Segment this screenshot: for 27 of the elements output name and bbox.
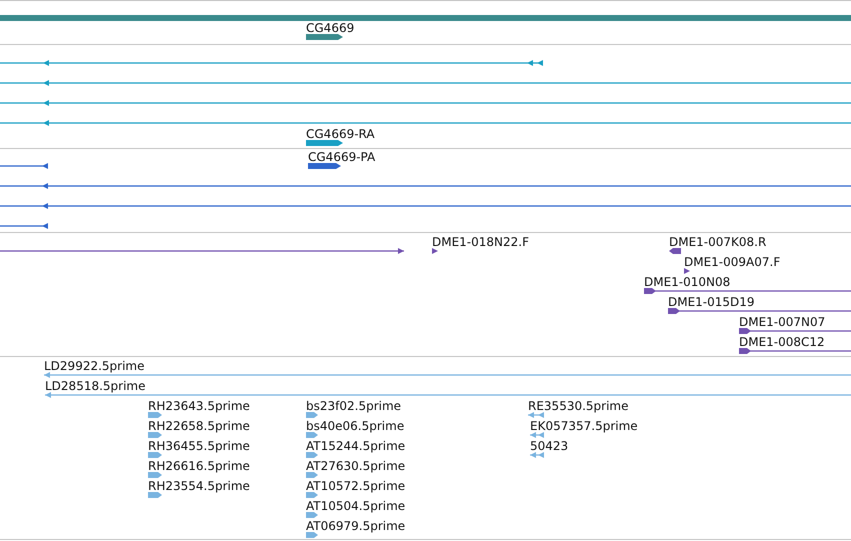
feature-label: DME1-018N22.F	[432, 236, 530, 248]
feature-label: AT10504.5prime	[306, 500, 406, 512]
feature-label: AT06979.5prime	[306, 520, 406, 532]
feature-label: DME1-007K08.R	[669, 236, 766, 248]
feature-label: LD29922.5prime	[44, 360, 145, 372]
feature-label: bs23f02.5prime	[306, 400, 402, 412]
feature-label: AT27630.5prime	[306, 460, 406, 472]
feature-label: RH23554.5prime	[148, 480, 250, 492]
feature-label: DME1-015D19	[668, 296, 755, 308]
feature-label: DME1-009A07.F	[684, 256, 780, 268]
feature-label: LD28518.5prime	[45, 380, 146, 392]
feature-label: AT10572.5prime	[306, 480, 406, 492]
feature-label: CG4669-PA	[308, 151, 376, 163]
feature-label: AT15244.5prime	[306, 440, 406, 452]
feature-label: RH26616.5prime	[148, 460, 250, 472]
feature-label: DME1-008C12	[739, 336, 825, 348]
feature-label: RH36455.5prime	[148, 440, 250, 452]
feature-label: RH22658.5prime	[148, 420, 250, 432]
feature-label: DME1-007N07	[739, 316, 826, 328]
feature-label: DME1-010N08	[644, 276, 730, 288]
feature-label: bs40e06.5prime	[306, 420, 404, 432]
feature-label: RH23643.5prime	[148, 400, 250, 412]
feature-label: 50423	[530, 440, 568, 452]
feature-label: CG4669-RA	[306, 128, 375, 140]
feature-label: EK057357.5prime	[530, 420, 638, 432]
feature-label: CG4669	[306, 22, 354, 34]
feature-label: RE35530.5prime	[528, 400, 628, 412]
